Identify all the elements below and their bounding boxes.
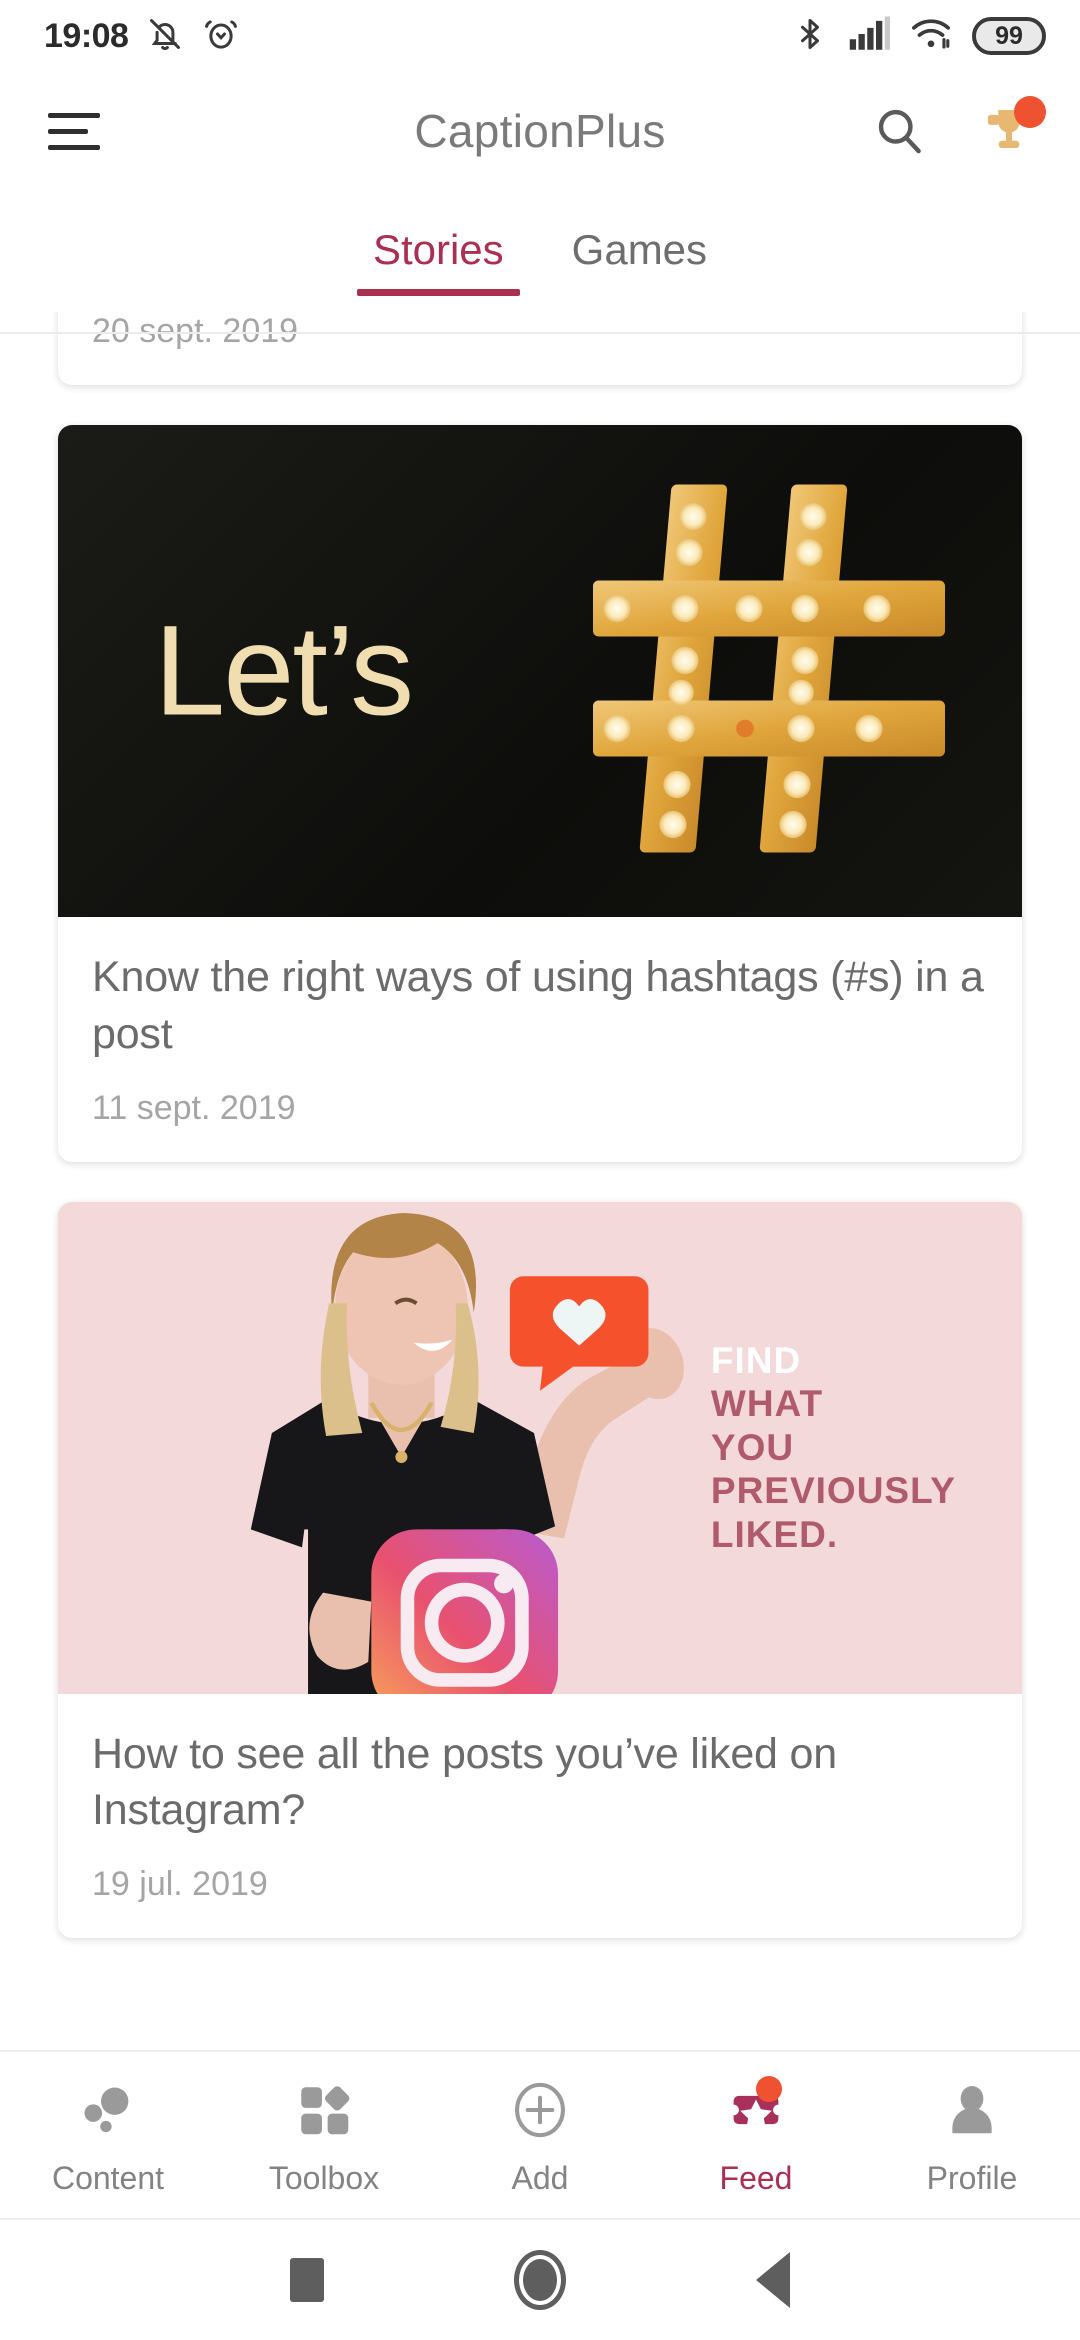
status-bar: 19:08 99 bbox=[0, 0, 1080, 72]
person-icon bbox=[941, 2074, 1003, 2146]
overlay-line-5: LIKED. bbox=[710, 1513, 839, 1555]
card-date: 19 jul. 2019 bbox=[92, 1865, 268, 1903]
triangle-back-icon[interactable] bbox=[756, 2252, 790, 2308]
hashtag-marquee-icon bbox=[554, 469, 984, 874]
battery-level: 99 bbox=[995, 21, 1023, 50]
tab-bar: Stories Games bbox=[0, 190, 1080, 334]
overlay-line-2: WHAT bbox=[710, 1383, 824, 1425]
media-overlay-text: FIND WHAT YOU PREVIOUSLY LIKED. bbox=[711, 1338, 956, 1556]
trophy-notification-dot bbox=[1014, 96, 1046, 128]
card-media-instagram: FIND WHAT YOU PREVIOUSLY LIKED. bbox=[58, 1201, 1022, 1694]
overlay-line-3: YOU bbox=[710, 1426, 795, 1468]
bluetooth-icon bbox=[792, 16, 828, 57]
card-title: How to see all the posts you’ve liked on… bbox=[92, 1729, 837, 1835]
nav-item-feed[interactable]: Feed bbox=[648, 2074, 864, 2197]
alarm-clock-icon bbox=[202, 15, 240, 58]
status-bar-left: 19:08 bbox=[44, 15, 240, 58]
battery-icon: 99 bbox=[972, 17, 1046, 55]
card-title: Know the right ways of using hashtags (#… bbox=[92, 953, 984, 1058]
tab-stories-label: Stories bbox=[372, 226, 504, 273]
search-icon[interactable] bbox=[868, 100, 930, 162]
hamburger-line bbox=[48, 144, 100, 150]
trophy-icon[interactable] bbox=[978, 96, 1046, 162]
app-bar-actions bbox=[868, 96, 1046, 162]
card-body: 20 sept. 2019 bbox=[58, 312, 1022, 385]
hamburger-line bbox=[48, 112, 100, 118]
ticket-star-icon bbox=[724, 2074, 788, 2146]
nav-item-content[interactable]: Content bbox=[0, 2074, 216, 2197]
recents-square bbox=[290, 2258, 324, 2302]
tab-games[interactable]: Games bbox=[538, 190, 741, 274]
card-media-hashtag: Let’s bbox=[58, 425, 1022, 917]
nav-item-toolbox[interactable]: Toolbox bbox=[216, 2074, 432, 2197]
home-circle bbox=[514, 2250, 566, 2310]
home-circle-fill bbox=[523, 2259, 557, 2301]
nav-label-content: Content bbox=[51, 2159, 165, 2196]
cellular-signal-icon bbox=[848, 16, 892, 57]
feed-notification-badge bbox=[756, 2075, 782, 2102]
tab-games-label: Games bbox=[571, 226, 708, 273]
hamburger-menu-icon[interactable] bbox=[48, 112, 100, 150]
card-body: How to see all the posts you’ve liked on… bbox=[58, 1694, 1022, 1939]
grid-shapes-icon bbox=[293, 2074, 355, 2146]
overlay-line-1: FIND bbox=[710, 1339, 802, 1381]
nav-label-toolbox: Toolbox bbox=[268, 2159, 380, 2196]
tab-stories[interactable]: Stories bbox=[339, 190, 538, 296]
bubbles-icon bbox=[77, 2074, 139, 2146]
story-card[interactable]: 20 sept. 2019 bbox=[58, 312, 1022, 385]
square-recents-icon[interactable] bbox=[290, 2258, 324, 2302]
nav-item-profile[interactable]: Profile bbox=[864, 2074, 1080, 2197]
plus-circle-icon bbox=[508, 2074, 572, 2146]
status-bar-right: 99 bbox=[792, 16, 1046, 57]
overlay-line-4: PREVIOUSLY bbox=[710, 1470, 956, 1512]
hamburger-line bbox=[48, 128, 88, 134]
app-bar: CaptionPlus bbox=[0, 72, 1080, 190]
circle-home-icon[interactable] bbox=[514, 2250, 566, 2310]
tab-divider bbox=[0, 332, 1080, 334]
bottom-navigation-bar: Content Toolbox Add Feed Profile bbox=[0, 2050, 1080, 2220]
wifi-icon bbox=[910, 16, 952, 57]
bell-muted-icon bbox=[146, 15, 184, 58]
back-triangle bbox=[756, 2252, 790, 2308]
story-card[interactable]: FIND WHAT YOU PREVIOUSLY LIKED. How to s… bbox=[58, 1201, 1022, 1939]
nav-item-add[interactable]: Add bbox=[432, 2074, 648, 2197]
android-navigation-bar bbox=[0, 2220, 1080, 2340]
story-card[interactable]: Let’s Know the right ways of using hasht… bbox=[58, 425, 1022, 1162]
story-feed-list[interactable]: 20 sept. 2019 Let’s Know the right ways … bbox=[0, 312, 1080, 2050]
card-date: 11 sept. 2019 bbox=[92, 1088, 296, 1127]
status-time: 19:08 bbox=[44, 16, 129, 55]
media-headline: Let’s bbox=[154, 599, 414, 743]
nav-label-add: Add bbox=[511, 2159, 569, 2196]
card-body: Know the right ways of using hashtags (#… bbox=[58, 917, 1022, 1162]
nav-label-feed: Feed bbox=[719, 2159, 793, 2196]
nav-label-profile: Profile bbox=[926, 2159, 1018, 2196]
